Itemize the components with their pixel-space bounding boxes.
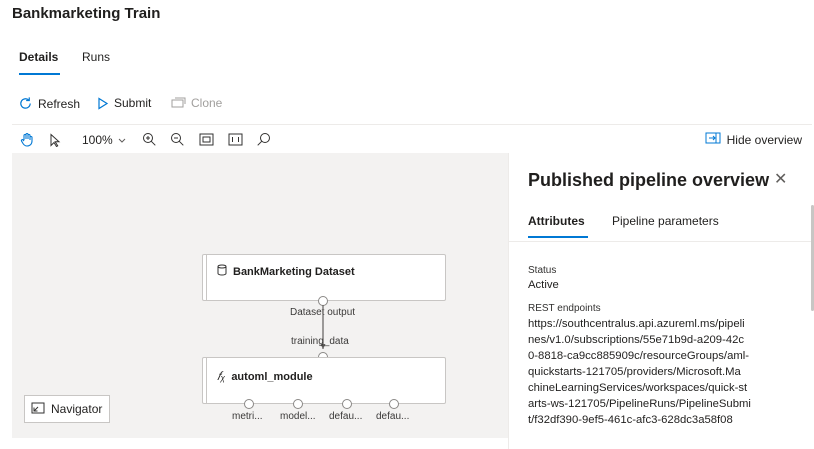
automl-icon: 𝑓ᵪ [217,369,226,383]
output-port[interactable] [293,399,303,409]
page-title: Bankmarketing Train [12,5,161,22]
training-data-label: training_data [291,336,349,347]
panel-toggle-icon [705,132,721,147]
submit-label: Submit [114,96,152,110]
clone-label: Clone [191,96,223,110]
panel-divider [509,241,814,242]
tab-pipeline-parameters[interactable]: Pipeline parameters [612,214,719,228]
tab-attributes[interactable]: Attributes [528,214,585,228]
database-icon [217,264,227,279]
output-port[interactable] [389,399,399,409]
active-tab-indicator [19,73,60,75]
rest-endpoint-label: REST endpoints [528,303,601,314]
endpoint-line: https://southcentralus.api.azureml.ms/pi… [528,318,745,330]
endpoint-line: nes/v1.0/subscriptions/55e71b9d-a209-42c [528,334,745,346]
canvas-toolbar: 100% Hide overview [12,124,812,155]
output-port-label: model... [280,411,316,422]
close-icon[interactable]: ✕ [774,169,787,189]
endpoint-line: 0-8818-ca9cc885909c/resourceGroups/aml- [528,350,750,362]
refresh-label: Refresh [38,96,81,111]
chevron-down-icon [118,133,126,147]
output-port[interactable] [244,399,254,409]
output-port-label: metri... [232,411,263,422]
hide-overview-button[interactable]: Hide overview [705,132,802,147]
rest-endpoint-value[interactable]: https://southcentralus.api.azureml.ms/pi… [528,316,778,428]
panel-title: Published pipeline overview [528,170,770,190]
navigator-button[interactable]: Navigator [24,395,110,423]
automl-module-node[interactable]: 𝑓ᵪ automl_module [202,357,446,404]
endpoint-line: t/f32df390-9ef5-461c-afc3-628dc3a58f08 [528,414,733,426]
tab-details[interactable]: Details [19,50,58,64]
clone-button[interactable]: Clone [171,96,222,110]
automl-node-title: automl_module [231,370,313,383]
zoom-in-icon[interactable] [142,131,157,148]
dataset-node[interactable]: BankMarketing Dataset [202,254,446,301]
dataset-node-header: BankMarketing Dataset [217,264,355,279]
play-icon [97,96,109,110]
refresh-icon [18,96,33,111]
endpoint-line: arts-ws-121705/PipelineRuns/PipelineSubm… [528,398,751,410]
output-port[interactable] [342,399,352,409]
overview-panel: Published pipeline overview ✕ Attributes… [508,153,814,449]
pan-hand-icon[interactable] [20,131,34,148]
submit-button[interactable]: Submit [97,96,151,110]
automl-node-header: 𝑓ᵪ automl_module [217,369,313,384]
status-label: Status [528,265,557,276]
endpoint-line: chineLearningServices/workspaces/quick-s… [528,382,748,394]
node-accent-bar [206,255,207,300]
dataset-node-title: BankMarketing Dataset [233,265,355,278]
status-value: Active [528,279,559,291]
search-icon[interactable] [256,131,271,148]
actual-size-icon[interactable] [228,131,243,148]
navigator-label: Navigator [51,402,103,416]
output-port-label: defau... [376,411,410,422]
refresh-button[interactable]: Refresh [18,96,80,111]
endpoint-line: quickstarts-121705/providers/Microsoft.M… [528,366,741,378]
hide-overview-label: Hide overview [726,132,802,147]
node-accent-bar [206,358,207,403]
fit-to-screen-icon[interactable] [199,131,214,148]
zoom-value: 100% [82,132,113,147]
active-panel-tab-indicator [528,236,588,238]
zoom-out-icon[interactable] [170,131,185,148]
zoom-dropdown[interactable]: 100% [82,131,126,148]
clone-icon [171,97,186,109]
pointer-select-icon[interactable] [49,131,61,148]
navigator-icon [31,402,45,417]
output-port-label: defau... [329,411,363,422]
tab-runs[interactable]: Runs [82,50,110,64]
